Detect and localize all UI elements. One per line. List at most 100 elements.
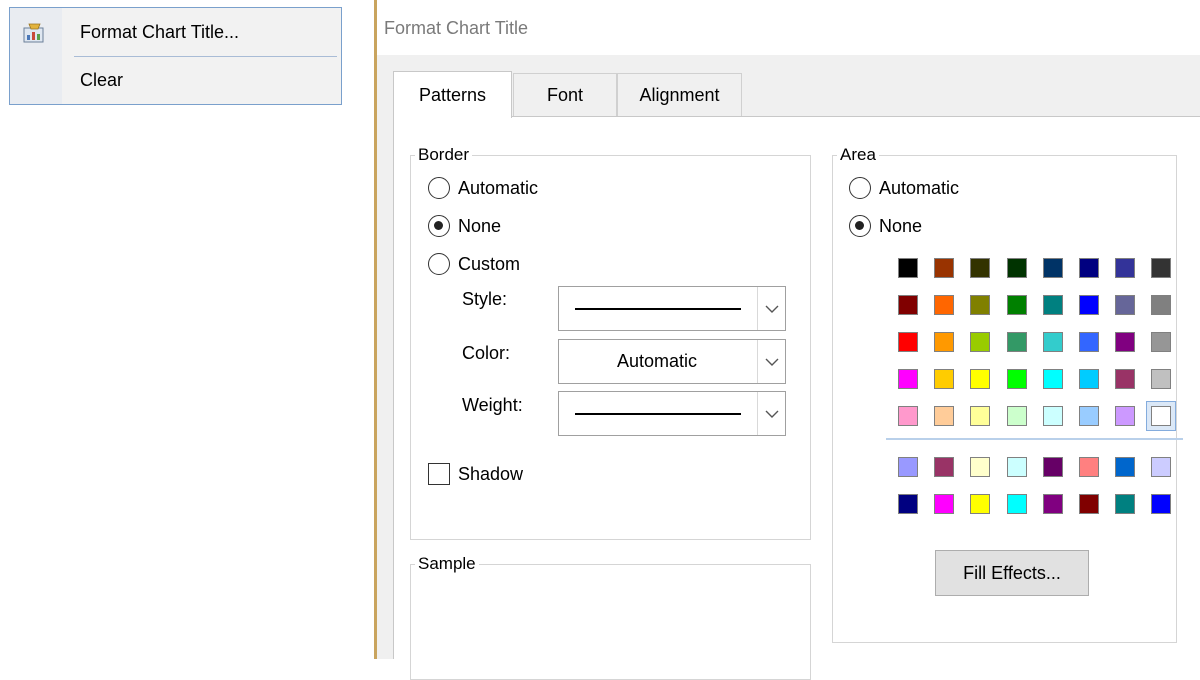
style-dropdown[interactable]	[558, 286, 786, 331]
swatch-fill	[934, 457, 954, 477]
color-swatch[interactable]	[1146, 489, 1176, 519]
fill-effects-button[interactable]: Fill Effects...	[935, 550, 1089, 596]
menu-item-clear[interactable]: Clear	[10, 58, 341, 102]
area-automatic-radio[interactable]: Automatic	[849, 177, 959, 199]
color-swatch[interactable]	[965, 489, 995, 519]
color-swatch[interactable]	[893, 364, 923, 394]
color-swatch[interactable]	[1110, 401, 1140, 431]
color-swatch[interactable]	[965, 452, 995, 482]
color-swatch[interactable]	[1038, 401, 1068, 431]
color-swatch[interactable]	[965, 401, 995, 431]
color-swatch[interactable]	[929, 290, 959, 320]
swatch-fill	[1115, 406, 1135, 426]
color-swatch[interactable]	[1038, 290, 1068, 320]
area-legend: Area	[840, 145, 876, 164]
color-swatch[interactable]	[1074, 489, 1104, 519]
color-swatch[interactable]	[1074, 401, 1104, 431]
swatch-fill	[898, 295, 918, 315]
color-swatch[interactable]	[1074, 452, 1104, 482]
color-swatch[interactable]	[1110, 452, 1140, 482]
radio-indicator	[428, 253, 450, 275]
color-swatch[interactable]	[929, 327, 959, 357]
color-swatch[interactable]	[1038, 253, 1068, 283]
color-swatch[interactable]	[893, 290, 923, 320]
color-swatch[interactable]	[1146, 290, 1176, 320]
color-value: Automatic	[616, 351, 698, 371]
color-swatch[interactable]	[1110, 489, 1140, 519]
color-swatch[interactable]	[965, 290, 995, 320]
color-swatch[interactable]	[1002, 253, 1032, 283]
radio-label: None	[458, 215, 502, 236]
color-swatch[interactable]	[1002, 489, 1032, 519]
color-swatch[interactable]	[1038, 364, 1068, 394]
radio-indicator	[428, 215, 450, 237]
swatch-fill	[898, 406, 918, 426]
swatch-fill	[934, 406, 954, 426]
menu-item-label: Clear	[80, 69, 124, 90]
format-chart-title-dialog: Format Chart Title Patterns Font Alignme…	[377, 0, 1200, 680]
color-swatch[interactable]	[893, 489, 923, 519]
color-swatch[interactable]	[1002, 401, 1032, 431]
line-weight-preview	[575, 413, 741, 415]
color-swatch[interactable]	[1110, 253, 1140, 283]
tab-alignment[interactable]: Alignment	[617, 73, 742, 117]
swatch-fill	[970, 494, 990, 514]
color-swatch[interactable]	[1074, 364, 1104, 394]
color-swatch[interactable]	[1074, 327, 1104, 357]
color-swatch[interactable]	[1110, 364, 1140, 394]
color-swatch[interactable]	[1146, 452, 1176, 482]
color-swatch[interactable]	[929, 253, 959, 283]
title-bar[interactable]: Format Chart Title	[377, 0, 1200, 55]
swatch-fill	[1115, 295, 1135, 315]
color-swatch[interactable]	[965, 253, 995, 283]
color-swatch[interactable]	[929, 489, 959, 519]
color-swatch[interactable]	[1038, 327, 1068, 357]
color-swatch[interactable]	[1146, 364, 1176, 394]
color-swatch[interactable]	[1074, 253, 1104, 283]
color-swatch[interactable]	[929, 401, 959, 431]
border-none-radio[interactable]: None	[428, 215, 501, 237]
color-swatch[interactable]	[893, 253, 923, 283]
color-swatch[interactable]	[1038, 452, 1068, 482]
swatch-fill	[1115, 369, 1135, 389]
color-swatch[interactable]	[929, 452, 959, 482]
color-swatch[interactable]	[1002, 327, 1032, 357]
swatch-fill	[1043, 258, 1063, 278]
color-swatch[interactable]	[1110, 290, 1140, 320]
menu-item-format-chart-title[interactable]: Format Chart Title...	[10, 10, 341, 54]
color-swatch[interactable]	[1146, 253, 1176, 283]
border-custom-radio[interactable]: Custom	[428, 253, 520, 275]
swatch-fill	[1079, 369, 1099, 389]
color-swatch[interactable]	[893, 452, 923, 482]
color-swatch[interactable]	[1146, 401, 1176, 431]
border-automatic-radio[interactable]: Automatic	[428, 177, 538, 199]
shadow-checkbox[interactable]: Shadow	[428, 463, 523, 485]
color-swatch[interactable]	[1002, 290, 1032, 320]
swatch-fill	[970, 332, 990, 352]
format-chart-icon	[23, 23, 44, 43]
color-swatch[interactable]	[1146, 327, 1176, 357]
swatch-fill	[1007, 258, 1027, 278]
dialog-title: Format Chart Title	[384, 18, 529, 38]
swatch-fill	[1043, 295, 1063, 315]
tab-font[interactable]: Font	[513, 73, 617, 117]
weight-dropdown[interactable]	[558, 391, 786, 436]
area-none-radio[interactable]: None	[849, 215, 922, 237]
color-swatch[interactable]	[1002, 364, 1032, 394]
color-swatch[interactable]	[893, 401, 923, 431]
color-dropdown[interactable]: Automatic	[558, 339, 786, 384]
color-swatch[interactable]	[965, 364, 995, 394]
color-swatch[interactable]	[1074, 290, 1104, 320]
sample-group: Sample	[410, 555, 811, 680]
color-swatch[interactable]	[1110, 327, 1140, 357]
radio-label: Automatic	[879, 177, 960, 198]
swatch-fill	[1115, 332, 1135, 352]
swatch-fill	[1007, 369, 1027, 389]
line-style-preview	[575, 308, 741, 310]
color-swatch[interactable]	[929, 364, 959, 394]
color-swatch[interactable]	[1038, 489, 1068, 519]
tab-patterns[interactable]: Patterns	[393, 71, 512, 118]
color-swatch[interactable]	[965, 327, 995, 357]
color-swatch[interactable]	[1002, 452, 1032, 482]
color-swatch[interactable]	[893, 327, 923, 357]
